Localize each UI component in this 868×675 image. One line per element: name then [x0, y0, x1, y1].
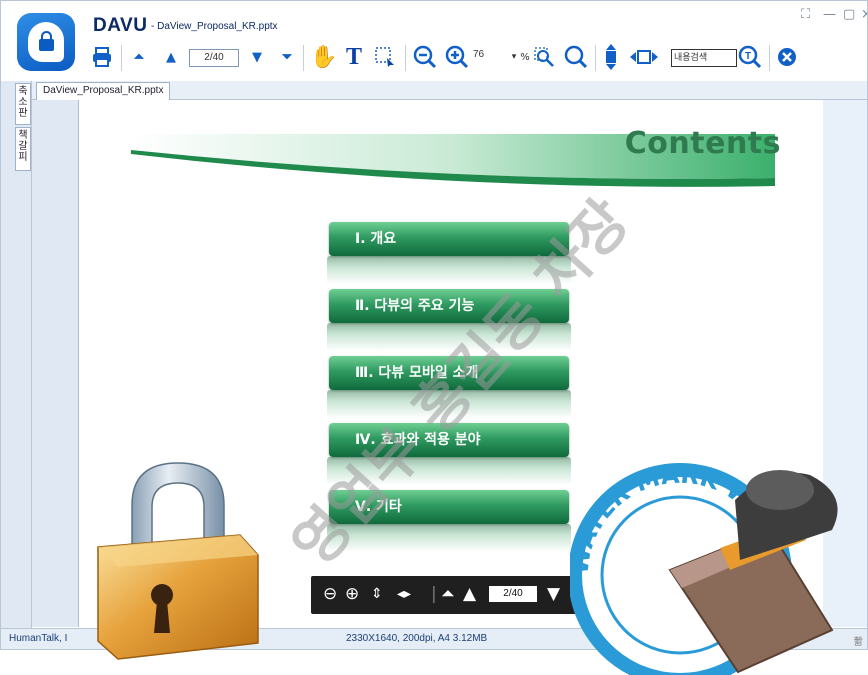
menu-item-1: Ⅰ. 개요 — [329, 222, 569, 256]
close-window-icon[interactable]: × — [861, 7, 867, 22]
menu-reflection — [327, 390, 571, 418]
last-page-icon[interactable]: ⏷ — [277, 41, 297, 73]
status-left-text: HumanTalk, I — [9, 633, 68, 644]
menu-item-4: Ⅳ. 효과와 적용 분야 — [329, 423, 569, 457]
menu-reflection — [327, 457, 571, 485]
print-icon[interactable] — [89, 41, 115, 73]
area-select-icon[interactable] — [371, 41, 399, 73]
next-page-icon[interactable]: ▼ — [247, 41, 267, 73]
fit-width-icon[interactable]: ◂▸ — [397, 584, 411, 604]
zoom-in-icon[interactable]: ⊕ — [345, 584, 359, 604]
zoom-out-icon[interactable]: ⊖ — [323, 584, 337, 604]
prev-page-icon[interactable]: ▲ — [161, 41, 181, 73]
document-tab[interactable]: DaView_Proposal_KR.pptx — [36, 82, 171, 100]
zoom-unit: % — [520, 51, 530, 63]
app-name: DAVU — [93, 15, 148, 36]
tab-thumbnails[interactable]: 축소판 — [15, 83, 31, 125]
hand-tool-icon[interactable]: ✋ — [309, 41, 339, 73]
first-page-icon[interactable]: ⏶ — [129, 41, 149, 73]
floating-nav-bar: ⊖ ⊕ ⇕ ◂▸ | ⏶ ▲ 2/40 ▼ ⏷ — [311, 576, 593, 614]
toolbar-separator — [303, 45, 304, 71]
toolbar-separator — [595, 45, 596, 71]
close-icon[interactable] — [775, 41, 799, 73]
watermark-stamp-icon: WATER MARK WATER MARK — [570, 461, 838, 675]
menu-item-2: Ⅱ. 다뷰의 주요 기능 — [329, 289, 569, 323]
fit-height-icon[interactable]: ⇕ — [371, 584, 383, 604]
nav-page-input[interactable]: 2/40 — [489, 586, 537, 602]
svg-text:T: T — [745, 51, 751, 62]
menu-reflection — [327, 256, 571, 284]
toolbar-separator — [769, 45, 770, 71]
status-file-info: 2330X1640, 200dpi, A4 3.12MB — [346, 633, 488, 644]
toolbar: ⏶ ▲ 2/40 ▼ ⏷ ✋ T 76 ▾ % 내용검색 T — [89, 41, 867, 75]
menu-item-5: Ⅴ. 기타 — [329, 490, 569, 524]
window-title: - DaView_Proposal_KR.pptx — [151, 21, 278, 32]
text-select-icon[interactable]: T — [341, 41, 367, 73]
side-panel-strip: 축소판 책갈피 — [1, 81, 32, 629]
zoom-out-icon[interactable] — [411, 41, 439, 73]
toolbar-separator — [121, 45, 122, 71]
minimize-icon[interactable]: — — [823, 7, 836, 22]
zoom-value[interactable]: 76 — [473, 49, 484, 60]
padlock-icon — [97, 462, 259, 660]
nav-separator: | — [431, 584, 437, 604]
fullscreen-icon[interactable]: ⛶ — [801, 7, 810, 22]
zoom-in-icon[interactable] — [443, 41, 471, 73]
zoom-area-icon[interactable] — [531, 41, 557, 73]
app-logo-icon — [17, 13, 75, 71]
next-page-icon[interactable]: ▼ — [547, 584, 560, 604]
toolbar-separator — [405, 45, 406, 71]
fit-height-icon[interactable] — [599, 41, 623, 73]
tab-bookmarks[interactable]: 책갈피 — [15, 127, 31, 171]
fit-width-icon[interactable] — [629, 41, 659, 73]
search-input[interactable]: 내용검색 — [671, 49, 737, 67]
page-number-input[interactable]: 2/40 — [189, 49, 239, 67]
slide-heading: Contents — [624, 126, 781, 161]
first-page-icon[interactable]: ⏶ — [441, 584, 455, 604]
menu-item-3: Ⅲ. 다뷰 모바일 소개 — [329, 356, 569, 390]
document-tab-bar: DaView_Proposal_KR.pptx — [32, 81, 867, 100]
title-bar: DAVU - DaView_Proposal_KR.pptx ⛶ — ▢ × ⏶… — [1, 1, 867, 79]
prev-page-icon[interactable]: ▲ — [463, 584, 476, 604]
menu-reflection — [327, 524, 571, 552]
menu-reflection — [327, 323, 571, 351]
search-icon[interactable]: T — [737, 41, 763, 73]
magnifier-icon[interactable] — [563, 41, 589, 73]
maximize-icon[interactable]: ▢ — [843, 7, 855, 22]
